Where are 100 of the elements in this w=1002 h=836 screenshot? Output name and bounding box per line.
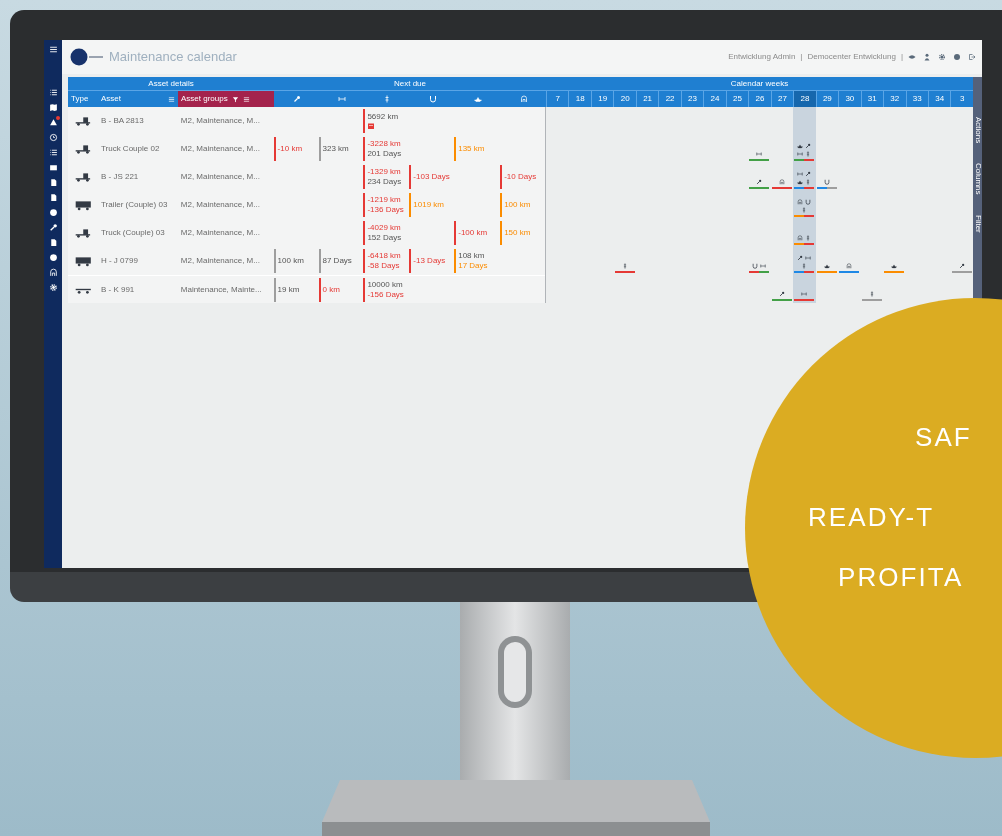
due-value: -100 km [458, 228, 488, 238]
column-header[interactable]: Asset groups [178, 91, 274, 107]
truck-icon [74, 143, 92, 155]
due-value: 135 km [458, 144, 485, 154]
column-group-header: Next due [394, 77, 426, 90]
header-label: Type [71, 93, 89, 105]
asset-name: Truck (Couple) 03 [100, 228, 165, 237]
double-line-icon [805, 255, 812, 261]
eye-icon[interactable] [908, 53, 916, 61]
week-header[interactable]: 22 [658, 91, 681, 107]
wrench-icon [797, 255, 804, 261]
document-icon[interactable] [48, 178, 58, 187]
asset-groups: M2, Maintenance, M... [180, 144, 260, 153]
double-line-icon [797, 151, 804, 157]
user-name: Entwicklung Admin [728, 51, 796, 63]
truck-icon [74, 227, 92, 239]
week-header[interactable]: 23 [680, 91, 704, 107]
menu-icon[interactable] [48, 45, 58, 54]
week-header[interactable]: 32 [883, 91, 906, 107]
due-value: 234 Days [367, 177, 402, 187]
circle-icon[interactable] [48, 208, 58, 217]
list-icon[interactable] [48, 148, 58, 157]
week-header[interactable]: 26 [748, 91, 771, 107]
person-icon[interactable] [923, 53, 931, 61]
wrench-icon [778, 291, 785, 297]
arch-icon[interactable] [48, 268, 58, 277]
due-value: 201 Days [367, 149, 402, 159]
side-tab[interactable]: Columns [973, 163, 982, 195]
due-value: 1019 km [413, 200, 444, 210]
arch-icon [778, 179, 785, 185]
side-tab[interactable]: Filter [973, 214, 982, 233]
boat-icon [797, 179, 804, 185]
filter-icon[interactable] [231, 95, 239, 103]
horseshoe-icon [752, 263, 759, 269]
arch-icon [797, 235, 804, 241]
cross-bar-icon [383, 95, 391, 103]
due-value: -58 Days [367, 261, 401, 271]
asset-name: B - BA 2813 [100, 116, 144, 125]
column-group-header: Asset details [148, 77, 194, 90]
due-value: -136 Days [367, 205, 404, 215]
asset-groups: M2, Maintenance, M... [180, 172, 260, 181]
trailer-icon [74, 255, 92, 267]
document-icon[interactable] [48, 193, 58, 202]
due-value: 100 km [504, 200, 531, 210]
asset-groups: M2, Maintenance, M... [180, 256, 260, 265]
due-value: 5692 km [367, 112, 399, 122]
week-header[interactable]: 30 [838, 91, 861, 107]
week-header[interactable]: 18 [568, 91, 591, 107]
cross-bar-icon [805, 235, 812, 241]
document-icon[interactable] [48, 238, 58, 247]
week-header[interactable]: 33 [905, 91, 928, 107]
wrench-icon [292, 95, 301, 103]
double-line-icon [756, 151, 763, 157]
week-header[interactable]: 34 [927, 91, 951, 107]
clock-icon[interactable] [48, 133, 58, 142]
cross-bar-icon [621, 263, 628, 269]
promo-text: SAF [915, 424, 972, 450]
week-header[interactable]: 19 [590, 91, 614, 107]
tenant-name: Democenter Entwicklung [807, 51, 896, 63]
warning-icon[interactable] [48, 118, 58, 127]
week-header[interactable]: 31 [860, 91, 884, 107]
asset-name: Trailer (Couple) 03 [100, 200, 168, 209]
due-value: -6418 km [367, 251, 401, 261]
map-icon[interactable] [48, 103, 58, 112]
envelope-icon[interactable] [48, 163, 58, 172]
column-header[interactable]: Type [68, 91, 98, 107]
due-value: -4029 km [367, 223, 402, 233]
week-header[interactable]: 20 [613, 91, 636, 107]
asset-groups: M2, Maintenance, M... [180, 200, 260, 209]
asset-name: B - JS 221 [100, 172, 139, 181]
circle-icon[interactable] [48, 253, 58, 262]
week-header[interactable]: 24 [703, 91, 726, 107]
week-header[interactable]: 21 [635, 91, 659, 107]
header-label: Asset [101, 93, 121, 105]
week-header[interactable]: 25 [725, 91, 749, 107]
due-value: 152 Days [367, 233, 402, 243]
wrench-icon [805, 143, 812, 149]
asset-groups: M2, Maintenance, M... [180, 228, 260, 237]
due-value: 323 km [322, 144, 349, 154]
cross-bar-icon [801, 263, 808, 269]
trailer-icon [74, 199, 92, 211]
separator: | [800, 51, 803, 63]
due-value: -10 Days [504, 172, 537, 182]
truck-icon [74, 115, 92, 127]
due-value: 87 Days [322, 256, 352, 266]
side-tab[interactable]: Actions [973, 117, 982, 144]
boat-icon [797, 143, 804, 149]
double-line-icon [337, 95, 346, 103]
logout-icon[interactable] [968, 53, 976, 61]
asset-name: H - J 0799 [100, 256, 138, 265]
column-header[interactable]: Asset [98, 91, 178, 107]
due-value: 150 km [504, 228, 531, 238]
due-value: -13 Days [413, 256, 446, 266]
week-header[interactable]: 3 [950, 91, 973, 107]
asset-groups: Maintenance, Mainte... [180, 284, 262, 294]
list-icon[interactable] [48, 88, 58, 97]
horseshoe-icon [428, 95, 437, 103]
week-header[interactable]: 7 [546, 91, 569, 107]
wrench-icon[interactable] [48, 223, 58, 232]
week-header[interactable]: 28 [793, 91, 816, 107]
